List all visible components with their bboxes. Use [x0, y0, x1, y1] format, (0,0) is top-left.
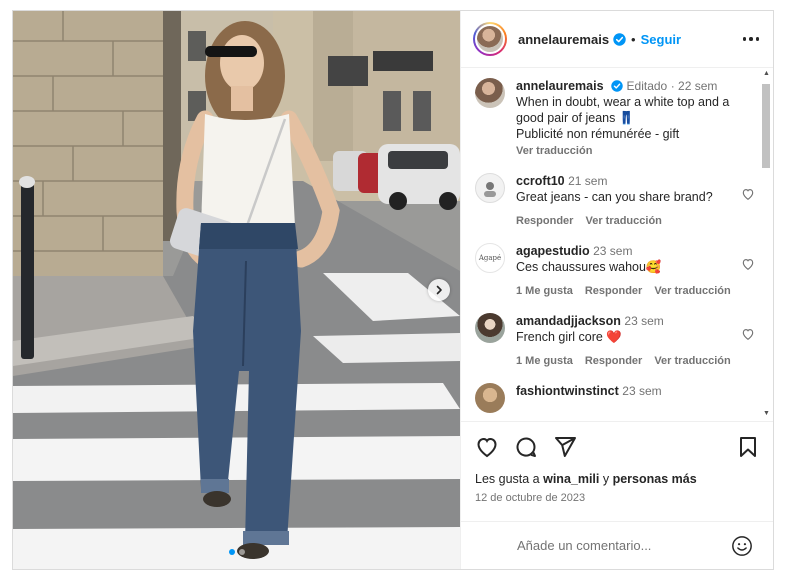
post-header: annelauremais • Seguir: [461, 11, 773, 68]
street-photo-illustration: [13, 11, 460, 569]
comment-time: 23 sem: [622, 384, 662, 398]
heart-icon[interactable]: [741, 327, 755, 341]
author-username[interactable]: annelauremais: [518, 32, 609, 47]
likes-prefix: Les gusta a: [475, 472, 544, 486]
comment-time: 23 sem: [624, 314, 664, 328]
translate-link[interactable]: Ver traducción: [654, 353, 730, 369]
avatar[interactable]: [475, 383, 505, 413]
post-dialog: annelauremais • Seguir annelauremais Edi…: [12, 10, 774, 570]
translate-link[interactable]: Ver traducción: [585, 213, 661, 229]
post-actions: Les gusta a wina_mili y personas más 12 …: [461, 421, 773, 521]
comment-row: ccroft10 21 sem Great jeans - can you sh…: [475, 173, 755, 229]
comment-row: Agapé agapestudio 23 sem Ces chaussures …: [475, 243, 755, 299]
comment-username[interactable]: fashiontwinstinct: [516, 384, 619, 398]
carousel-dot-active: [228, 549, 235, 555]
carousel-dot: [238, 549, 245, 555]
comments-scrollbar[interactable]: ▲ ▼: [761, 70, 771, 418]
heart-icon[interactable]: [741, 257, 755, 271]
comments-section[interactable]: annelauremais Editado · 22 sem When in d…: [461, 68, 773, 421]
likes-count[interactable]: 1 Me gusta: [516, 353, 573, 369]
likes-user[interactable]: wina_mili: [543, 472, 599, 486]
avatar[interactable]: [475, 313, 505, 343]
avatar[interactable]: [475, 78, 505, 108]
share-icon[interactable]: [553, 435, 577, 459]
avatar[interactable]: [475, 173, 505, 203]
caption-text-line-2: good pair of jeans 👖: [516, 111, 635, 125]
caption-username[interactable]: annelauremais: [516, 79, 604, 93]
bookmark-icon[interactable]: [737, 435, 759, 459]
comment-username[interactable]: ccroft10: [516, 174, 565, 188]
caption-text-line-3: Publicité non rémunérée - gift: [516, 127, 680, 141]
caption-translate-link[interactable]: Ver traducción: [516, 143, 735, 159]
heart-icon[interactable]: [741, 187, 755, 201]
carousel-dots: [13, 549, 460, 555]
comment-text: Ces chaussures wahou🥰: [516, 260, 662, 274]
post-photo[interactable]: [13, 11, 460, 569]
follow-button[interactable]: Seguir: [641, 32, 681, 47]
more-options-icon[interactable]: [742, 37, 759, 41]
comment-row: fashiontwinstinct 23 sem: [475, 383, 755, 413]
avatar[interactable]: Agapé: [475, 243, 505, 273]
comment-text: French girl core ❤️: [516, 330, 622, 344]
comment-row: amandadjjackson 23 sem French girl core …: [475, 313, 755, 369]
next-arrow-icon: [436, 285, 442, 295]
edited-label: Editado: [626, 79, 668, 93]
heart-icon[interactable]: [475, 435, 499, 459]
comment-text: Great jeans - can you share brand?: [516, 190, 713, 204]
likes-count[interactable]: 1 Me gusta: [516, 283, 573, 299]
post-date: 12 de octubre de 2023: [475, 492, 586, 504]
likes-summary[interactable]: Les gusta a wina_mili y personas más: [475, 472, 759, 486]
comment-time: 23 sem: [593, 244, 633, 258]
caption-row: annelauremais Editado · 22 sem When in d…: [475, 78, 755, 159]
comment-icon[interactable]: [514, 435, 538, 459]
comment-input[interactable]: [517, 538, 731, 553]
next-photo-button[interactable]: [428, 279, 450, 301]
comment-time: 21 sem: [568, 174, 608, 188]
likes-middle: y: [599, 472, 613, 486]
verified-badge-icon: [611, 80, 623, 92]
post-side-panel: annelauremais • Seguir annelauremais Edi…: [460, 11, 773, 569]
verified-badge-icon: [613, 32, 626, 46]
add-comment-bar: [461, 521, 773, 569]
comment-username[interactable]: agapestudio: [516, 244, 590, 258]
caption-text-line-1: When in doubt, wear a white top and a: [516, 95, 730, 109]
reply-button[interactable]: Responder: [585, 283, 642, 299]
reply-button[interactable]: Responder: [585, 353, 642, 369]
likes-others[interactable]: personas más: [613, 472, 697, 486]
emoji-icon[interactable]: [731, 535, 753, 557]
translate-link[interactable]: Ver traducción: [654, 283, 730, 299]
header-separator: •: [631, 31, 636, 47]
caption-time: 22 sem: [678, 79, 718, 93]
comment-username[interactable]: amandadjjackson: [516, 314, 621, 328]
reply-button[interactable]: Responder: [516, 213, 573, 229]
author-avatar[interactable]: [473, 22, 507, 56]
